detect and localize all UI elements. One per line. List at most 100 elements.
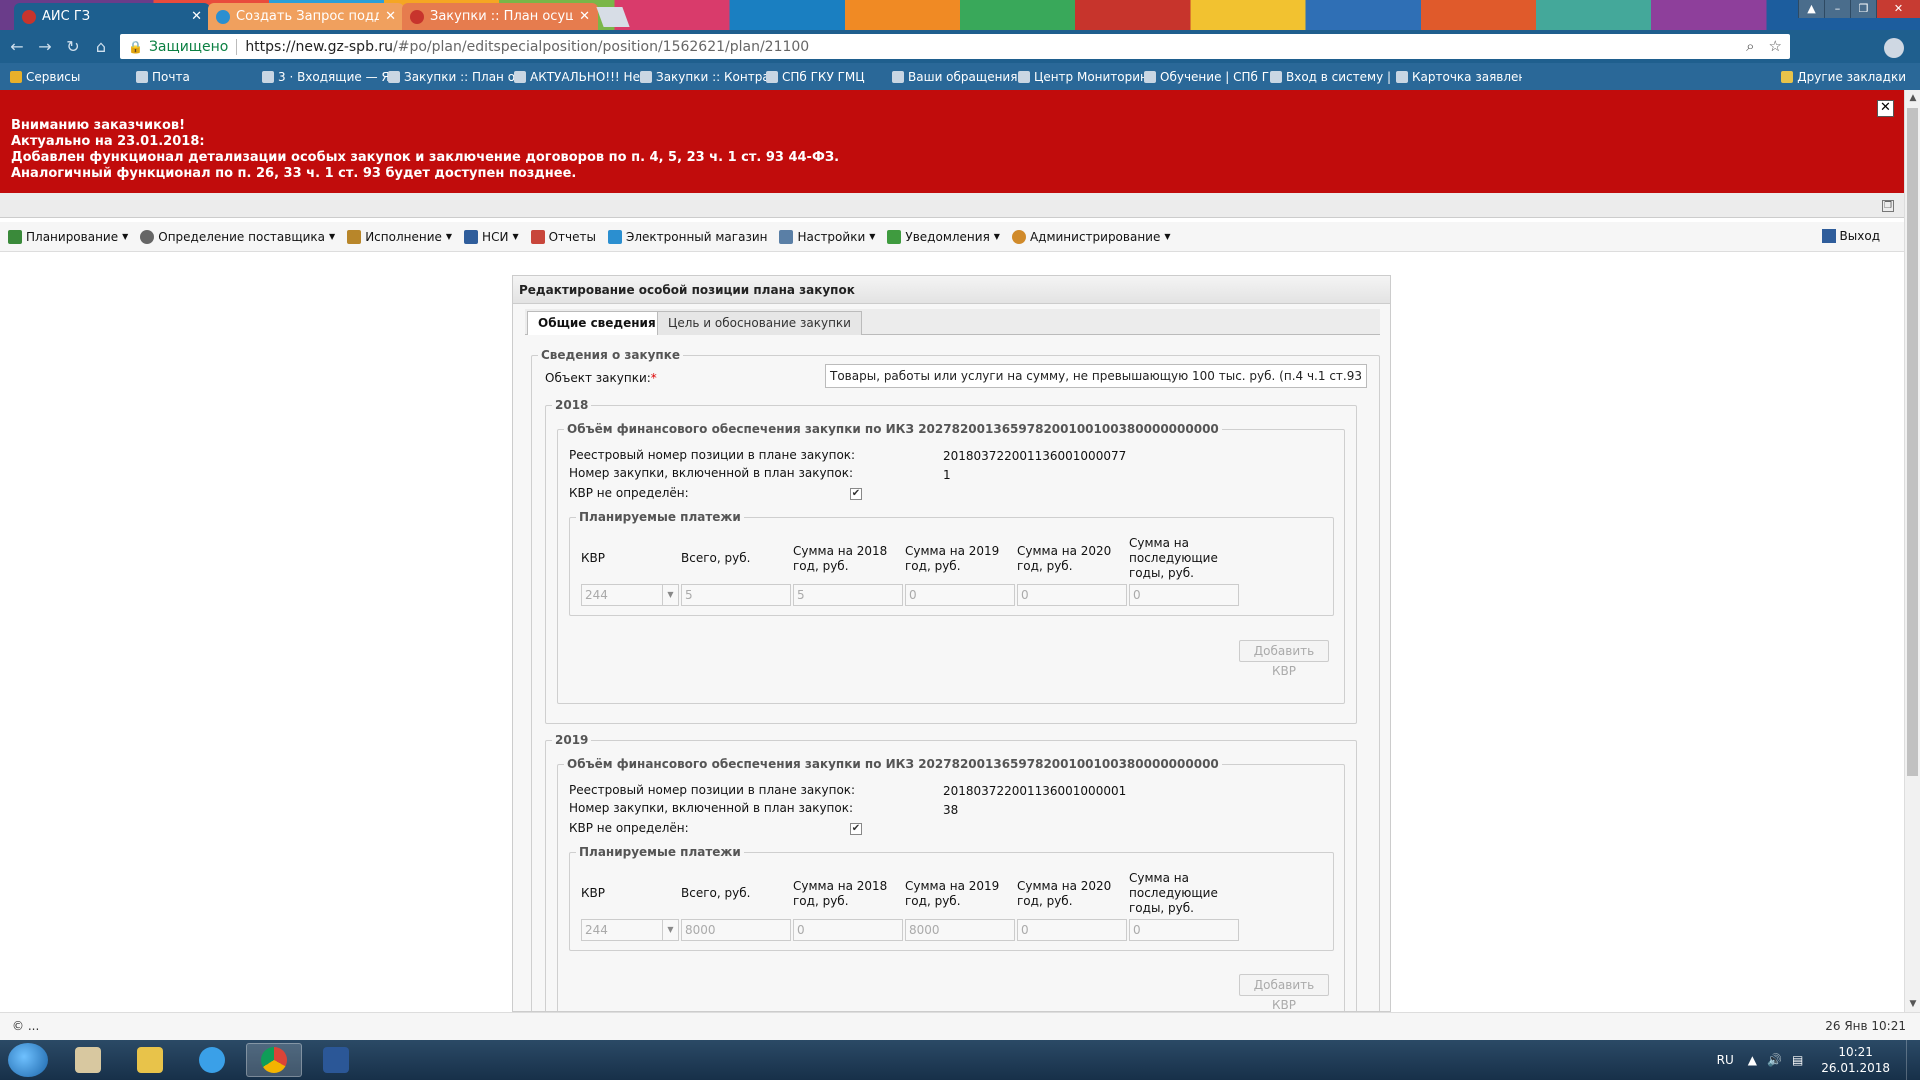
bookmark-star-icon[interactable]: ☆ <box>1769 37 1782 55</box>
collapse-strip: ❐ <box>0 193 1904 218</box>
bookmark-item[interactable]: Карточка заявлени <box>1396 70 1522 84</box>
bookmark-item[interactable]: 3 · Входящие — Ян <box>262 70 388 84</box>
browser-window: АИС ГЗ ✕ Создать Запрос поддерж ✕ Закупк… <box>0 0 1920 1080</box>
page-icon <box>388 70 400 83</box>
bookmark-label: Сервисы <box>26 69 81 84</box>
col-2019: Сумма на 2019 год, руб. <box>905 879 1000 908</box>
bookmarks-bar: Сервисы Почта 3 · Входящие — Ян Закупки … <box>0 63 1920 90</box>
volume-icon[interactable]: 🔊 <box>1767 1053 1782 1067</box>
add-kvr-button[interactable]: Добавить КВР <box>1239 974 1329 1011</box>
taskbar-app-word[interactable] <box>308 1043 364 1077</box>
menu-notifications[interactable]: Уведомления ▼ <box>887 229 1000 244</box>
page-icon <box>1144 70 1156 83</box>
caret-down-icon: ▼ <box>122 232 129 241</box>
col-kvr: КВР <box>581 551 605 565</box>
network-icon[interactable]: ▤ <box>1792 1053 1803 1067</box>
taskbar-app-explorer[interactable] <box>122 1043 178 1077</box>
taskbar-app-paint[interactable] <box>60 1043 116 1077</box>
menu-nsi[interactable]: НСИ ▼ <box>464 229 519 244</box>
sum-2020-input[interactable]: 0 <box>1017 919 1127 941</box>
taskbar-app-chrome[interactable] <box>246 1043 302 1077</box>
menu-settings[interactable]: Настройки ▼ <box>779 229 875 244</box>
menu-reports[interactable]: Отчеты <box>530 229 596 244</box>
total-input[interactable]: 8000 <box>681 919 791 941</box>
menu-planning[interactable]: Планирование ▼ <box>8 229 129 244</box>
reg-number-label: Реестровый номер позиции в плане закупок… <box>569 448 856 462</box>
tab-general[interactable]: Общие сведения <box>527 311 667 335</box>
caret-down-icon: ▼ <box>329 232 336 241</box>
taskbar-app-ie[interactable] <box>184 1043 240 1077</box>
menu-execution[interactable]: Исполнение ▼ <box>347 229 452 244</box>
forward-icon[interactable]: → <box>36 37 54 56</box>
menu-admin[interactable]: Администрирование ▼ <box>1011 229 1171 244</box>
object-input[interactable]: Товары, работы или услуги на сумму, не п… <box>825 364 1367 388</box>
shop-icon <box>607 229 622 244</box>
kvr-undefined-checkbox[interactable]: ✔ <box>850 488 862 500</box>
omnibox-actions: ⌕ ☆ <box>1746 37 1782 55</box>
tab-ais-gz[interactable]: АИС ГЗ ✕ <box>14 3 210 30</box>
sum-2019-input[interactable]: 8000 <box>905 919 1015 941</box>
collapse-icon[interactable]: ❐ <box>1882 200 1894 212</box>
bookmark-item[interactable]: Вход в систему | КИ <box>1270 70 1396 84</box>
zoom-icon[interactable]: ⌕ <box>1746 37 1754 55</box>
restore-icon[interactable]: ❐ <box>1850 0 1876 18</box>
total-input[interactable]: 5 <box>681 584 791 606</box>
scroll-thumb[interactable] <box>1907 108 1918 776</box>
close-icon[interactable]: ✕ <box>191 9 202 24</box>
home-icon[interactable]: ⌂ <box>92 37 110 56</box>
kvr-select[interactable]: 244 ▼ <box>581 584 679 606</box>
close-icon[interactable]: ✕ <box>579 9 590 24</box>
banner-close-button[interactable]: ✕ <box>1877 100 1894 117</box>
tab-support-request[interactable]: Создать Запрос поддерж ✕ <box>208 3 404 30</box>
bookmark-item[interactable]: Центр Мониторинг <box>1018 70 1144 84</box>
bookmark-item[interactable]: Закупки :: План осу <box>388 70 514 84</box>
menu-eshop[interactable]: Электронный магазин <box>607 229 767 244</box>
extension-icon[interactable] <box>1884 38 1904 58</box>
url-input[interactable]: 🔒 Защищено https://new.gz-spb.ru/#po/pla… <box>120 34 1790 59</box>
back-icon[interactable]: ← <box>8 37 26 56</box>
sum-later-input[interactable]: 0 <box>1129 919 1239 941</box>
bookmark-item[interactable]: Обучение | СПб ГБ <box>1144 70 1270 84</box>
window-close-icon[interactable]: ✕ <box>1876 0 1920 18</box>
scroll-up-icon[interactable]: ▲ <box>1905 90 1920 106</box>
language-indicator[interactable]: RU <box>1717 1053 1734 1067</box>
show-desktop-button[interactable] <box>1906 1040 1920 1080</box>
tab-procurement-plan[interactable]: Закупки :: План осущес ✕ <box>402 3 598 30</box>
clock[interactable]: 10:21 26.01.2018 <box>1821 1044 1890 1076</box>
bookmark-item[interactable]: СПб ГКУ ГМЦ <box>766 70 892 84</box>
bookmark-item[interactable]: Почта <box>136 70 262 84</box>
exit-button[interactable]: Выход <box>1821 229 1880 243</box>
col-2020: Сумма на 2020 год, руб. <box>1017 544 1112 573</box>
bookmark-item[interactable]: АКТУАЛЬНО!!! Нед <box>514 70 640 84</box>
status-bar: © ... 26 Янв 10:21 <box>0 1012 1920 1040</box>
tab-goal[interactable]: Цель и обоснование закупки <box>657 311 862 335</box>
menu-supplier[interactable]: Определение поставщика ▼ <box>140 229 336 244</box>
reload-icon[interactable]: ↻ <box>64 37 82 56</box>
panel-tabs: Общие сведения Цель и обоснование закупк… <box>525 309 1380 335</box>
sum-2018-input[interactable]: 5 <box>793 584 903 606</box>
tab-strip: АИС ГЗ ✕ Создать Запрос поддерж ✕ Закупк… <box>0 0 1920 30</box>
sum-later-input[interactable]: 0 <box>1129 584 1239 606</box>
bookmark-item[interactable]: Закупки :: Контракт <box>640 70 766 84</box>
minimize-icon[interactable]: – <box>1824 0 1850 18</box>
start-button[interactable] <box>8 1043 48 1077</box>
close-icon[interactable]: ✕ <box>385 9 396 24</box>
kvr-undefined-checkbox[interactable]: ✔ <box>850 823 862 835</box>
sum-2018-input[interactable]: 0 <box>793 919 903 941</box>
page-scrollbar[interactable]: ▲ ▼ <box>1904 90 1920 1012</box>
sum-2019-input[interactable]: 0 <box>905 584 1015 606</box>
bookmark-label: Почта <box>152 69 190 84</box>
sum-2020-input[interactable]: 0 <box>1017 584 1127 606</box>
user-icon[interactable]: ▲ <box>1798 0 1824 18</box>
bookmark-label: АКТУАЛЬНО!!! Нед <box>530 69 640 84</box>
other-bookmarks[interactable]: Другие закладки <box>1781 70 1906 84</box>
new-tab-button[interactable] <box>596 7 630 27</box>
bookmark-item[interactable]: Ваши обращения | <box>892 70 1018 84</box>
bookmark-item[interactable]: Сервисы <box>10 70 136 84</box>
object-label: Объект закупки:* <box>545 371 657 385</box>
add-kvr-button[interactable]: Добавить КВР <box>1239 640 1329 678</box>
kvr-select[interactable]: 244 ▼ <box>581 919 679 941</box>
menu-label: Определение поставщика <box>158 229 326 244</box>
tray-expand-icon[interactable]: ▲ <box>1748 1053 1757 1067</box>
scroll-down-icon[interactable]: ▼ <box>1905 996 1920 1012</box>
